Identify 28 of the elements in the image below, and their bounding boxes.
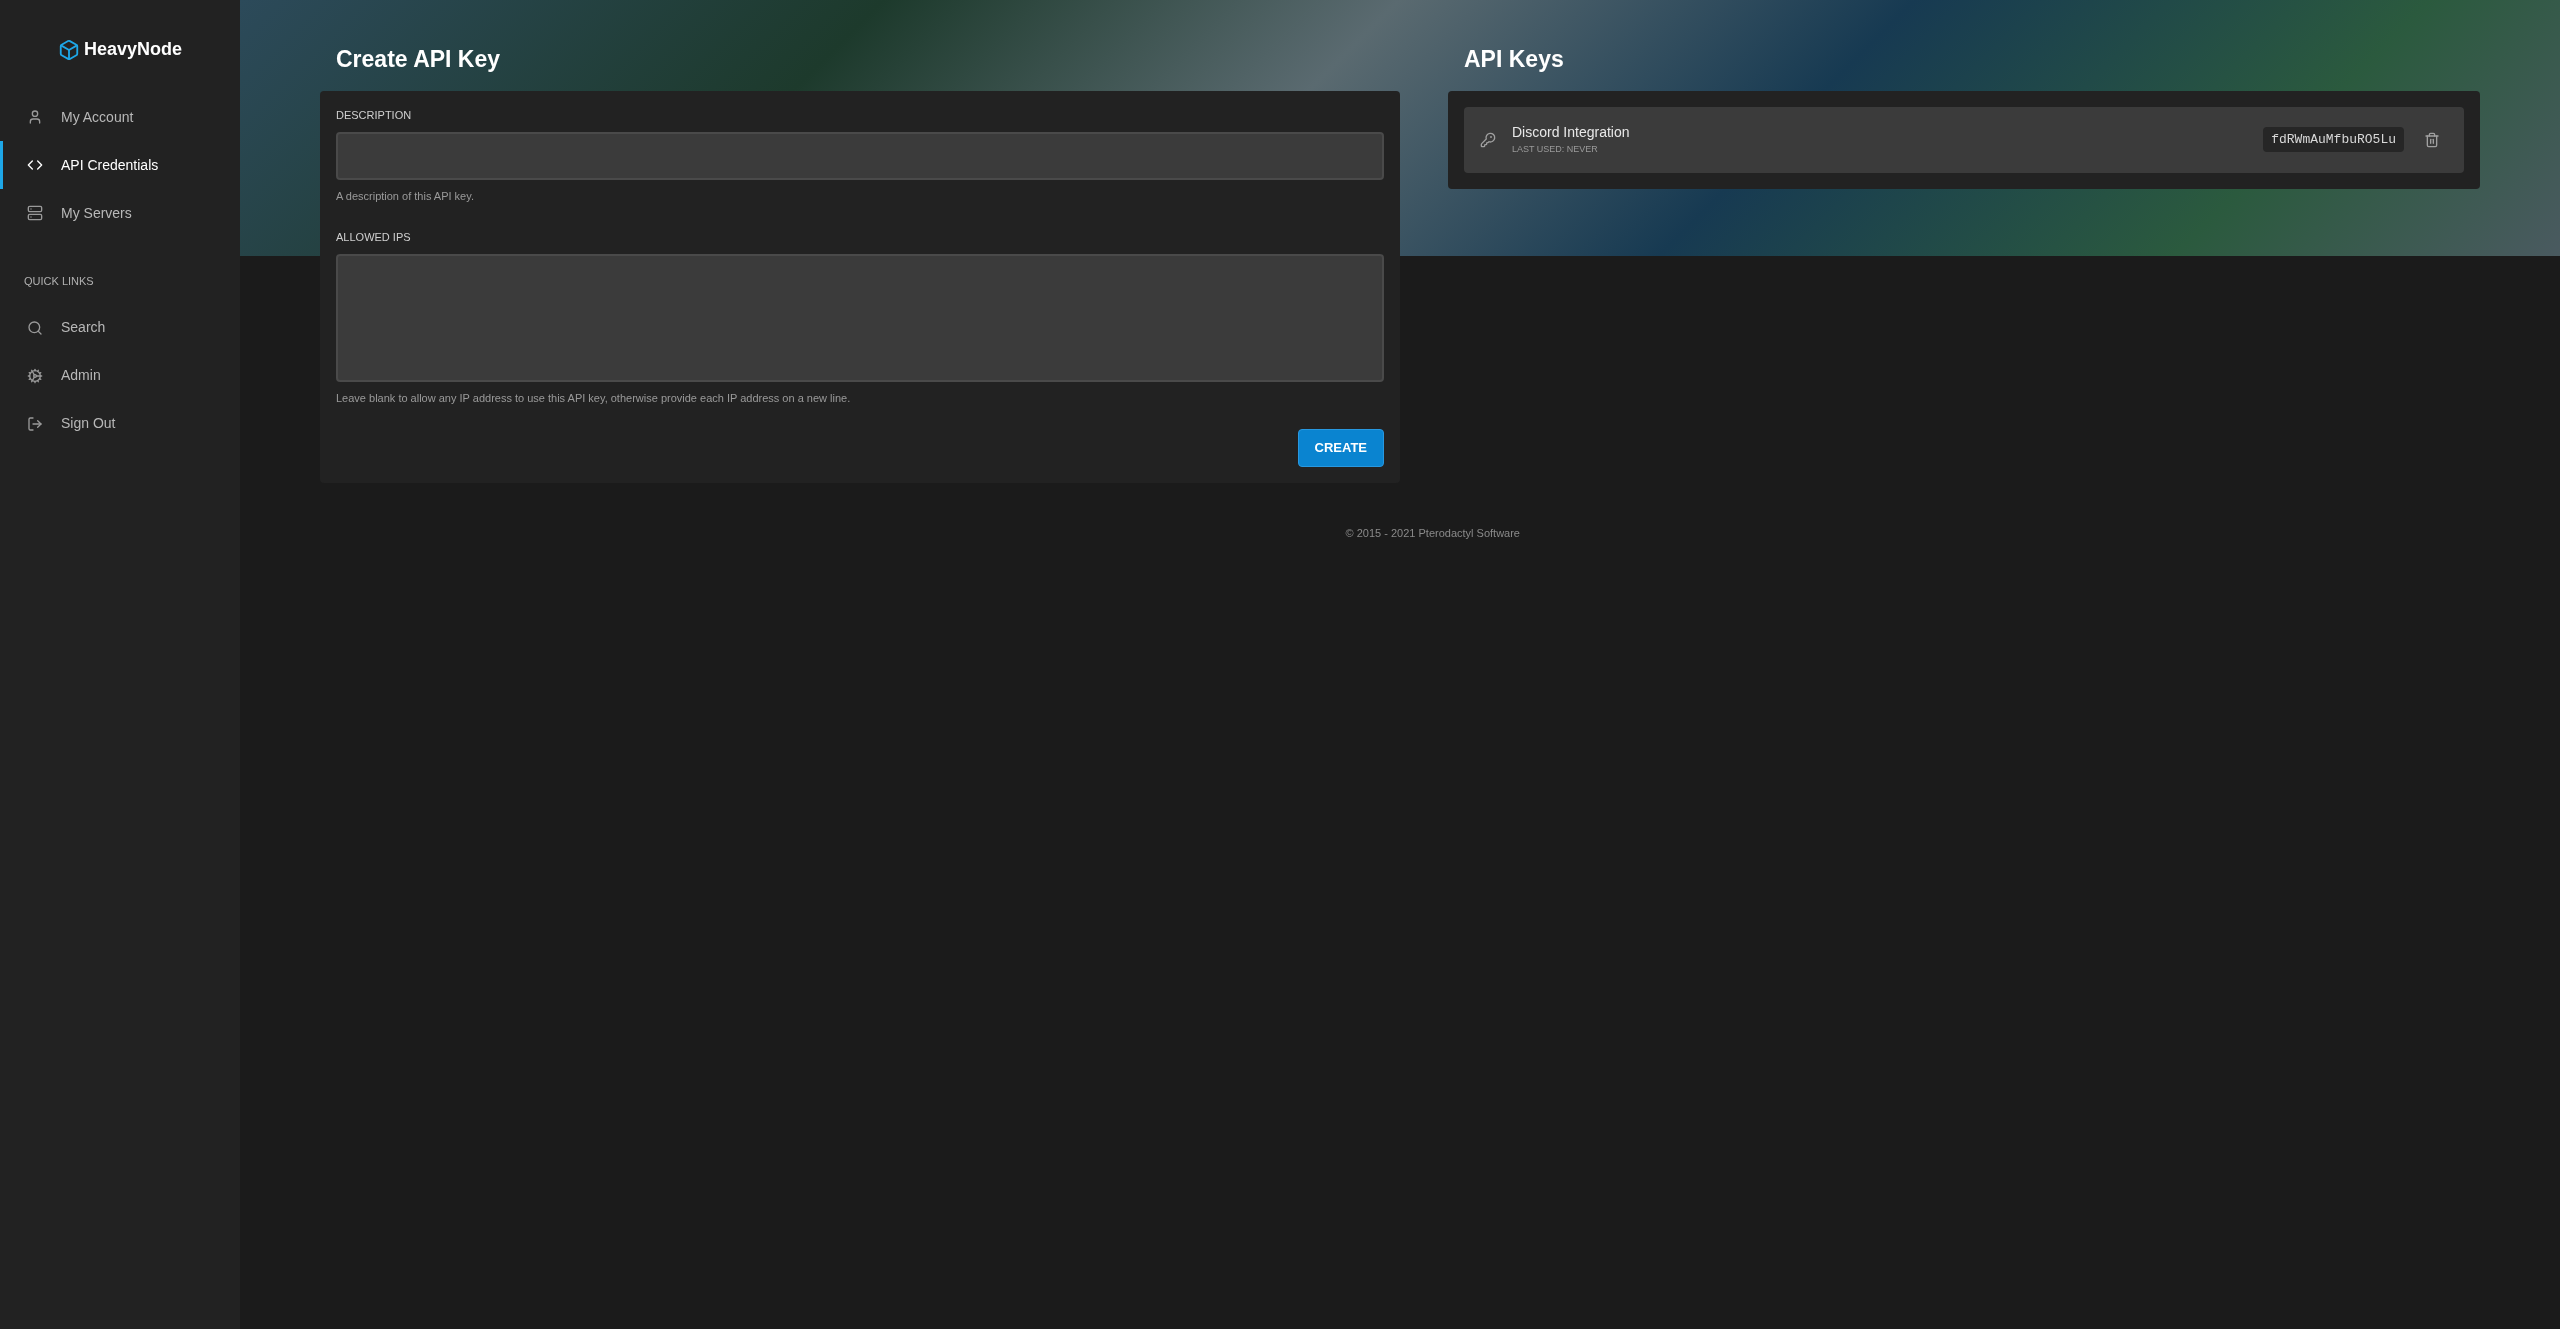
help-text: A description of this API key. [336, 189, 475, 204]
field-label: DESCRIPTION [336, 107, 413, 123]
brand-name: HeavyNode [83, 38, 182, 61]
key-icon [1480, 131, 1496, 148]
key-last-used: LAST USED: NEVER [1512, 143, 1599, 157]
server-icon [27, 205, 43, 221]
allowed-ips-field[interactable] [336, 254, 1384, 382]
section-heading: QUICK LINKS [23, 274, 95, 289]
footer-text: © 2015 - 2021 Pterodactyl Software [1345, 525, 1520, 541]
field-label: ALLOWED IPS [336, 229, 412, 245]
delete-icon[interactable] [2424, 131, 2440, 148]
sign-out-icon [27, 415, 43, 432]
panel-title: Create API Key [336, 45, 502, 74]
sidebar-item[interactable]: My Servers [0, 189, 240, 237]
search-icon [27, 319, 43, 336]
code-icon [27, 157, 43, 173]
key-identifier: fdRWmAuMfbuRO5Lu [2263, 126, 2404, 153]
sidebar-link[interactable]: Sign Out [0, 399, 240, 448]
sidebar-link[interactable]: Admin [0, 351, 240, 400]
help-text: Leave blank to allow any IP address to use this API key, otherwise provide each IP address on a new line. [336, 391, 852, 406]
user-icon [27, 109, 43, 125]
key-name: Discord Integration [1512, 123, 1631, 143]
panel-title: API Keys [1464, 45, 1565, 74]
create-button[interactable]: CREATE [1297, 428, 1384, 467]
sidebar-link[interactable]: Search [0, 303, 240, 352]
cube-logo-icon [57, 38, 80, 61]
description-field[interactable] [336, 132, 1384, 180]
sidebar-item[interactable]: My Account [0, 93, 240, 141]
